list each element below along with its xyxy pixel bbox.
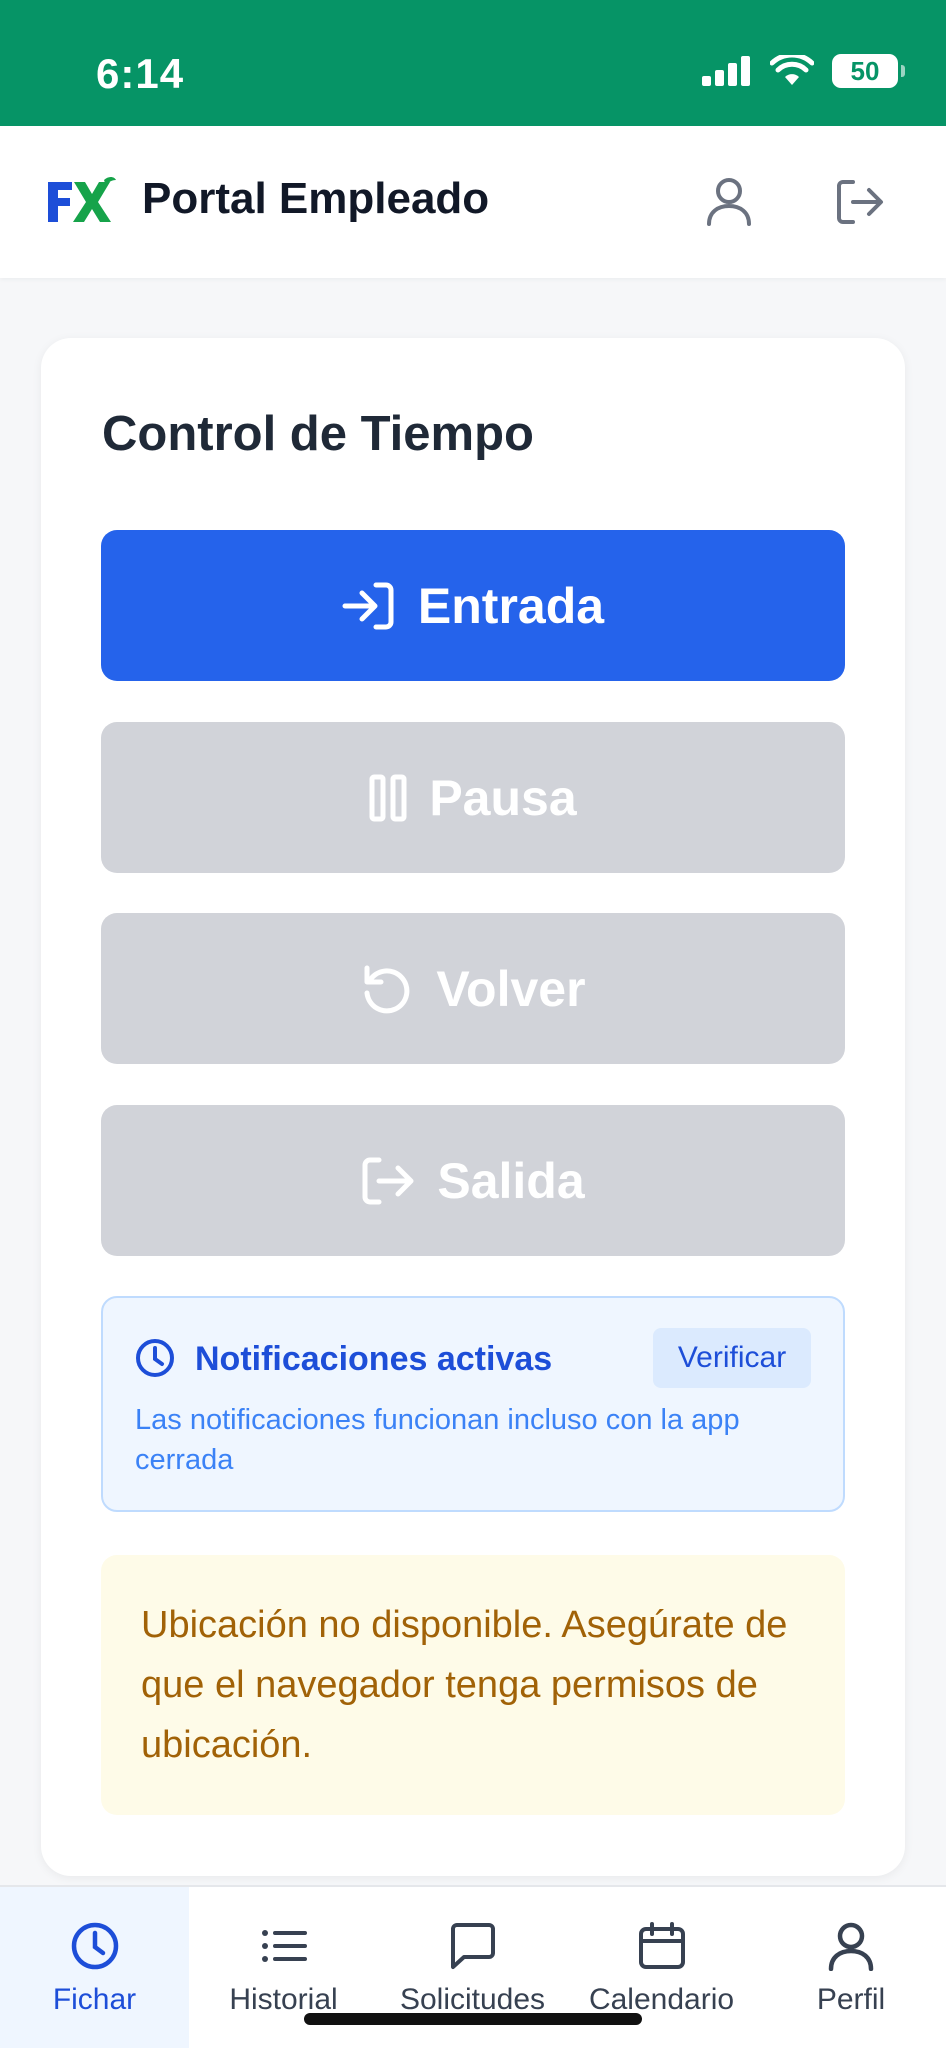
nav-label: Historial [229,1983,338,2016]
nav-item-perfil[interactable]: Perfil [756,1887,946,2048]
login-icon [342,582,394,629]
signal-icon [702,56,750,86]
clock-icon [71,1922,118,1970]
nav-label: Fichar [52,1983,137,2016]
status-icons: 50 [702,54,905,88]
nav-item-fichar[interactable]: Fichar [0,1887,189,2048]
notifications-title: Notificaciones activas [195,1340,553,1378]
notifications-description: Las notificaciones funcionan incluso con… [135,1404,740,1476]
entrada-label: Entrada [417,577,605,634]
app-title: Portal Empleado [142,174,490,223]
logout-button[interactable] [830,172,890,232]
clock-icon [136,1339,174,1377]
logout-icon [362,1157,414,1204]
nav-label: Perfil [816,1983,886,2016]
logout-icon [837,180,883,224]
entrada-button[interactable]: Entrada [101,530,845,681]
status-bar: 6:14 50 [0,0,946,126]
time-control-card: Control de Tiempo Entrada Pausa Volver S… [41,338,905,1876]
profile-button[interactable] [699,172,759,232]
app-header: Portal Empleado [0,126,946,278]
verify-button[interactable]: Verificar [653,1328,811,1388]
status-time: 6:14 [96,50,185,97]
nav-label: Solicitudes [399,1983,546,2016]
pausa-button[interactable]: Pausa [101,722,845,873]
volver-button[interactable]: Volver [101,913,845,1064]
pausa-label: Pausa [429,769,577,826]
user-icon [707,178,751,226]
location-warning-text: Ubicación no disponible. Asegúrate de qu… [141,1604,788,1766]
user-icon [828,1922,874,1971]
salida-label: Salida [437,1152,585,1209]
pause-icon [369,774,407,821]
calendar-icon [638,1922,685,1969]
nav-label: Calendario [588,1983,735,2016]
battery-icon: 50 [832,54,905,88]
rotate-ccw-icon [364,965,410,1013]
fx-logo [48,177,116,222]
card-title: Control de Tiempo [102,407,534,461]
volver-label: Volver [436,960,586,1017]
salida-button[interactable]: Salida [101,1105,845,1256]
wifi-icon [770,55,814,85]
chat-icon [450,1923,495,1969]
notifications-panel: Notificaciones activas Verificar Las not… [101,1296,845,1512]
list-icon [261,1930,307,1962]
location-warning: Ubicación no disponible. Asegúrate de qu… [101,1555,845,1815]
home-indicator [304,2013,642,2025]
